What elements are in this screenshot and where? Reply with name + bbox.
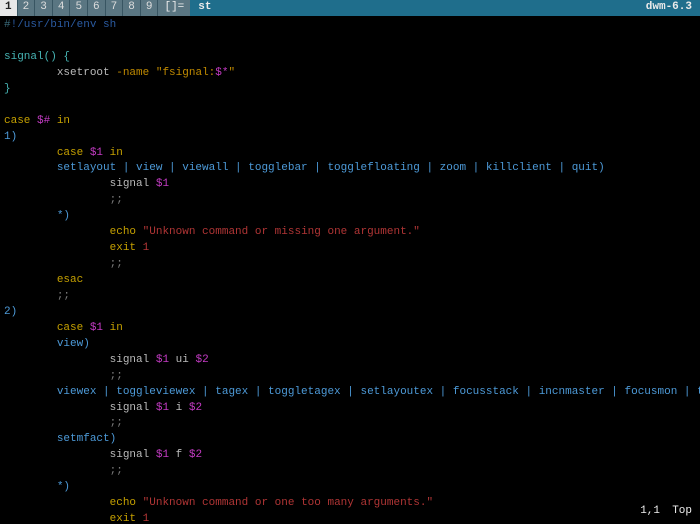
cursor-position: 1,1: [640, 504, 660, 520]
call-signal-4: signal: [110, 449, 150, 461]
echo-2: echo: [110, 497, 136, 509]
layout-symbol[interactable]: []=: [158, 0, 190, 16]
tag-5[interactable]: 5: [70, 0, 88, 16]
kw-case-inner1: case: [57, 147, 83, 159]
echo-1: echo: [110, 226, 136, 238]
call-signal-3: signal: [110, 402, 150, 414]
fn-signal: signal() {: [4, 51, 70, 63]
var-args: $*: [215, 67, 228, 79]
lit-i: i: [176, 402, 183, 414]
lit-f: f: [176, 449, 183, 461]
esac-1: esac: [57, 274, 83, 286]
tag-7[interactable]: 7: [106, 0, 124, 16]
case-star-2: *): [57, 481, 70, 493]
var-1a: $1: [90, 147, 103, 159]
str-open: "fsignal:: [156, 67, 215, 79]
brace-close: }: [4, 83, 11, 95]
tag-8[interactable]: 8: [123, 0, 141, 16]
status-bar: 1 2 3 4 5 6 7 8 9 []= st dwm-6.3: [0, 0, 700, 16]
arg2-b: $2: [189, 402, 202, 414]
scroll-position: Top: [672, 504, 692, 520]
case-setmfact: setmfact): [57, 433, 116, 445]
err-msg-2: "Unknown command or one too many argumen…: [143, 497, 433, 509]
kw-in2: in: [110, 322, 123, 334]
dsemi-1: ;;: [110, 194, 123, 206]
arg2-c: $2: [189, 449, 202, 461]
dsemi-6: ;;: [110, 465, 123, 477]
opt-name: -name: [116, 67, 149, 79]
tag-2[interactable]: 2: [18, 0, 36, 16]
call-signal-1: signal: [110, 178, 150, 190]
kw-case-inner2: case: [57, 322, 83, 334]
tag-1[interactable]: 1: [0, 0, 18, 16]
lit-ui: ui: [176, 354, 189, 366]
case-star-1: *): [57, 210, 70, 222]
arg2-a: $2: [195, 354, 208, 366]
tag-9[interactable]: 9: [141, 0, 159, 16]
case-view: view): [57, 338, 90, 350]
tag-list: 1 2 3 4 5 6 7 8 9: [0, 0, 158, 16]
case-2: 2): [4, 306, 17, 318]
dsemi-3: ;;: [57, 290, 70, 302]
err-msg-1: "Unknown command or missing one argument…: [143, 226, 420, 238]
arg1-b: $1: [156, 354, 169, 366]
arg1-d: $1: [156, 449, 169, 461]
var-1b: $1: [90, 322, 103, 334]
dsemi-4: ;;: [110, 370, 123, 382]
dsemi-5: ;;: [110, 417, 123, 429]
shebang: !/usr/bin/env sh: [11, 19, 117, 31]
str-close: ": [228, 67, 235, 79]
exit-2: exit: [110, 513, 136, 524]
exit-1: exit: [110, 242, 136, 254]
num-1b: 1: [143, 513, 150, 524]
tag-3[interactable]: 3: [35, 0, 53, 16]
tag-4[interactable]: 4: [53, 0, 71, 16]
arg1-c: $1: [156, 402, 169, 414]
var-argc: $#: [37, 115, 50, 127]
terminal[interactable]: #!/usr/bin/env sh signal() { xsetroot -n…: [0, 16, 700, 524]
num-1a: 1: [143, 242, 150, 254]
call-signal-2: signal: [110, 354, 150, 366]
case-opts1: setlayout | view | viewall | togglebar |…: [57, 162, 605, 174]
case-opts2: viewex | toggleviewex | tagex | toggleta…: [57, 386, 700, 398]
kw-in1: in: [110, 147, 123, 159]
tag-6[interactable]: 6: [88, 0, 106, 16]
kw-case: case: [4, 115, 30, 127]
case-1: 1): [4, 131, 17, 143]
kw-in: in: [57, 115, 70, 127]
cmd-xsetroot: xsetroot: [57, 67, 110, 79]
status-text: dwm-6.3: [638, 0, 700, 16]
dsemi-2: ;;: [110, 258, 123, 270]
arg1-a: $1: [156, 178, 169, 190]
window-title: st: [190, 0, 637, 16]
